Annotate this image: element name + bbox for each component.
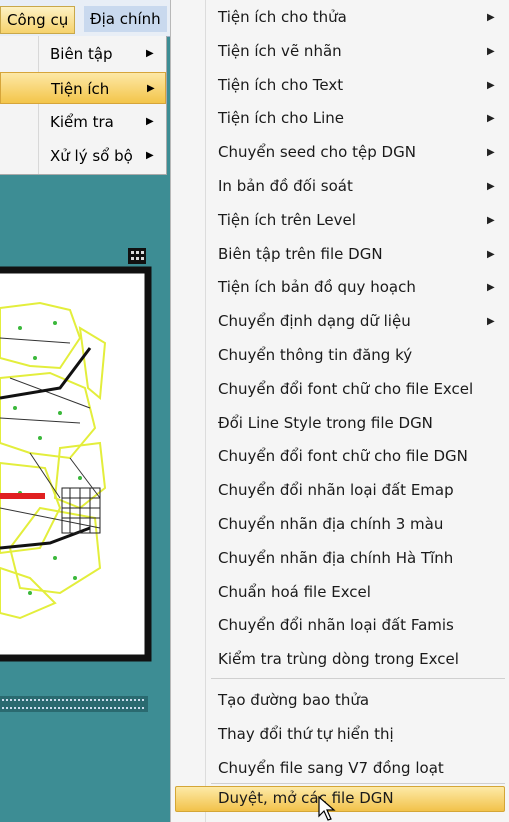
submenu-item-label: Chuyển nhãn địa chính Hà Tĩnh [218, 548, 454, 567]
chevron-right-icon: ▶ [487, 45, 495, 57]
submenu-item-label: Đổi Line Style trong file DGN [218, 413, 433, 432]
submenu-item-6[interactable]: Tiện ích trên Level ▶ [171, 204, 509, 238]
submenu-item-label: Xử lý sổ bộ [50, 147, 133, 165]
submenu-item-9[interactable]: Chuyển định dạng dữ liệu ▶ [171, 305, 509, 339]
submenu-item-label: Tiện ích trên Level [218, 210, 356, 229]
menu-bar: Công cụ Địa chính [0, 0, 170, 37]
chevron-right-icon: ▶ [146, 150, 154, 161]
chevron-right-icon: ▶ [487, 181, 495, 192]
submenu-item-17[interactable]: Chuẩn hoá file Excel [171, 576, 509, 610]
chevron-right-icon: ▶ [146, 116, 154, 127]
chevron-right-icon: ▶ [487, 79, 495, 91]
submenu-item-3[interactable]: Tiện ích cho Line ▶ [171, 102, 509, 136]
submenu-item-label: Biên tập trên file DGN [218, 244, 383, 263]
chevron-right-icon: ▶ [487, 248, 495, 260]
submenu-tien-ich: Tiện ích cho thửa ▶ Tiện ích vẽ nhãn ▶ Tiện … [170, 0, 509, 822]
menu-cong-cu[interactable]: Công cụ [0, 6, 76, 34]
submenu-item-label: Chuyển file sang V7 đồng loạt [218, 758, 444, 777]
submenu-item-label: Tiện ích cho Line [218, 109, 345, 128]
submenu-item-20[interactable]: Tạo đường bao thửa [171, 684, 509, 718]
submenu-item-label: Chuyển đổi font chữ cho file Excel [218, 379, 474, 398]
submenu-item-label: Tiện ích cho thửa [218, 8, 347, 26]
submenu-item-15[interactable]: Chuyển nhãn địa chính 3 màu [171, 508, 509, 542]
submenu-item-label: Tiện ích cho Text [218, 75, 344, 94]
submenu-item-label: Tiện ích vẽ nhãn [218, 41, 342, 60]
submenu-item-18[interactable]: Chuyển đổi nhãn loại đất Famis [171, 609, 509, 643]
submenu-item-10[interactable]: Chuyển thông tin đăng ký [171, 339, 509, 373]
chevron-right-icon: ▶ [146, 48, 154, 59]
map-canvas [0, 248, 152, 712]
submenu-item-22[interactable]: Chuyển file sang V7 đồng loạt [171, 752, 509, 786]
submenu-item-13[interactable]: Chuyển đổi font chữ cho file DGN [171, 440, 509, 474]
submenu-item-23[interactable]: Duyệt, mở các file DGN [171, 782, 509, 816]
submenu-item-label: Kiểm tra trùng dòng trong Excel [218, 650, 459, 669]
submenu-item-label: Chuyển đổi nhãn loại đất Famis [218, 616, 454, 635]
submenu-item-16[interactable]: Chuyển nhãn địa chính Hà Tĩnh [171, 542, 509, 576]
submenu-item-label: Chuyển đổi nhãn loại đất Emap [218, 481, 454, 500]
submenu-item-label: Chuyển seed cho tệp DGN [218, 143, 416, 162]
submenu-item-label: Chuyển thông tin đăng ký [218, 346, 413, 364]
submenu-item-2[interactable]: Tiện ích cho Text ▶ [171, 69, 509, 103]
submenu-item-xu-ly-so-bo[interactable]: Xử lý sổ bộ ▶ [0, 140, 166, 172]
submenu-item-1[interactable]: Tiện ích vẽ nhãn ▶ [171, 35, 509, 69]
submenu-item-8[interactable]: Tiện ích bản đồ quy hoạch ▶ [171, 271, 509, 305]
submenu-item-bien-tap[interactable]: Biên tập ▶ [0, 38, 166, 70]
submenu-item-label: Tiện ích [51, 80, 110, 98]
submenu-item-label: Tạo đường bao thửa [218, 691, 370, 709]
map-highlight-road [0, 493, 45, 499]
chevron-right-icon: ▶ [487, 113, 495, 125]
submenu-item-11[interactable]: Chuyển đổi font chữ cho file Excel [171, 373, 509, 407]
chevron-right-icon: ▶ [487, 282, 495, 294]
submenu-cong-cu: Biên tập ▶ Tiện ích ▶ Kiểm tra ▶ Xử lý s… [0, 36, 167, 175]
submenu-item-tien-ich[interactable]: Tiện ích ▶ [0, 72, 166, 104]
submenu-item-21[interactable]: Thay đổi thứ tự hiển thị [171, 718, 509, 752]
menu-separator [211, 783, 505, 784]
submenu-item-19[interactable]: Kiểm tra trùng dòng trong Excel [171, 643, 509, 677]
chevron-right-icon: ▶ [487, 147, 495, 159]
submenu-item-label: Duyệt, mở các file DGN [218, 789, 394, 807]
submenu-item-label: Chuẩn hoá file Excel [218, 582, 371, 601]
mouse-cursor-icon [318, 796, 336, 821]
submenu-item-5[interactable]: In bản đồ đối soát ▶ [171, 170, 509, 204]
submenu-item-label: Chuyển định dạng dữ liệu [218, 312, 411, 331]
submenu-item-label: In bản đồ đối soát [218, 177, 353, 195]
submenu-item-7[interactable]: Biên tập trên file DGN ▶ [171, 238, 509, 272]
chevron-right-icon: ▶ [487, 316, 495, 328]
submenu-item-12[interactable]: Đổi Line Style trong file DGN [171, 407, 509, 441]
submenu-item-label: Biên tập [50, 45, 113, 63]
chevron-right-icon: ▶ [487, 214, 495, 226]
submenu-item-kiem-tra[interactable]: Kiểm tra ▶ [0, 106, 166, 138]
submenu-item-14[interactable]: Chuyển đổi nhãn loại đất Emap [171, 474, 509, 508]
submenu-item-label: Chuyển đổi font chữ cho file DGN [218, 447, 468, 466]
submenu-item-label: Tiện ích bản đồ quy hoạch [218, 278, 416, 297]
scale-bar [0, 696, 148, 712]
submenu-item-label: Thay đổi thứ tự hiển thị [218, 724, 394, 743]
submenu-item-label: Kiểm tra [50, 113, 114, 131]
menu-separator [211, 678, 505, 679]
submenu-item-label: Chuyển nhãn địa chính 3 màu [218, 515, 444, 533]
submenu-item-4[interactable]: Chuyển seed cho tệp DGN ▶ [171, 136, 509, 170]
chevron-right-icon: ▶ [147, 83, 155, 94]
chevron-right-icon: ▶ [487, 12, 495, 23]
grid-icon [128, 248, 146, 264]
menu-dia-chinh[interactable]: Địa chính [84, 6, 167, 32]
submenu-item-0[interactable]: Tiện ích cho thửa ▶ [171, 1, 509, 35]
